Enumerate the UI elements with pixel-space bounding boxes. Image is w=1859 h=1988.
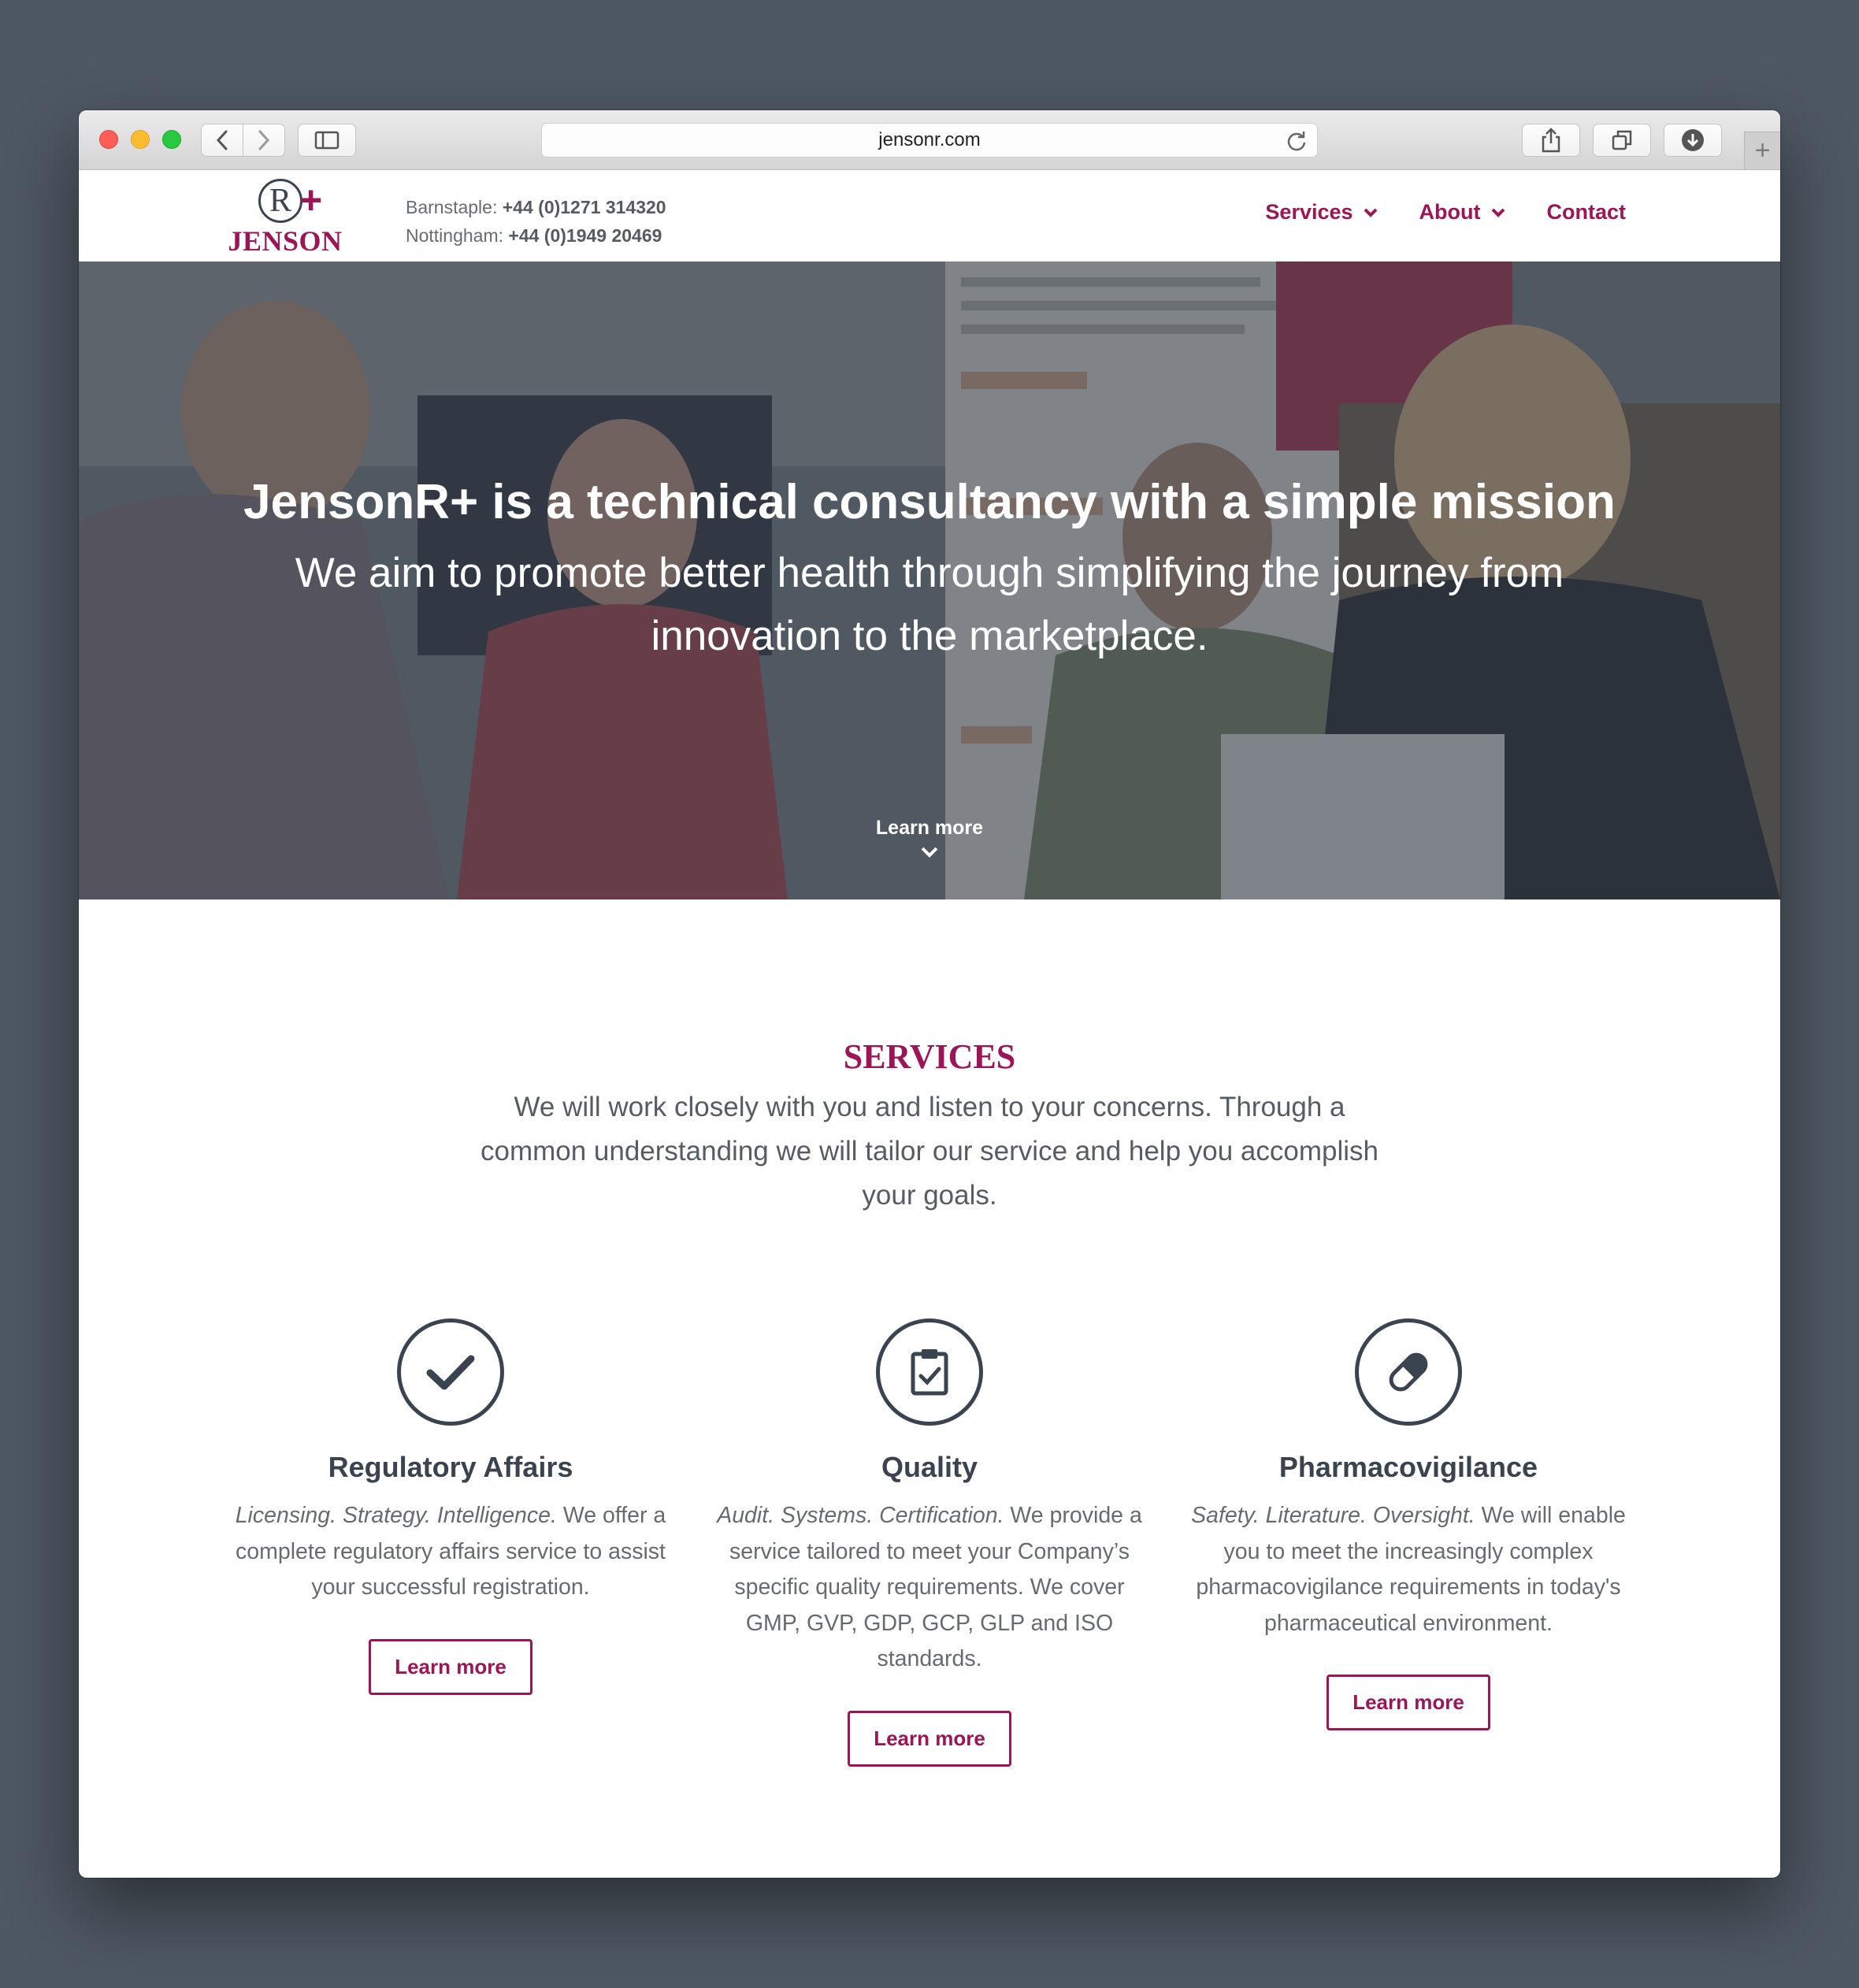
nav-contact-label: Contact	[1546, 200, 1627, 224]
site-header: R + JENSON Barnstaple: +44 (0)1271 31432…	[79, 171, 1780, 261]
show-tabs-button[interactable]	[1593, 124, 1651, 157]
tabs-icon	[1612, 130, 1632, 150]
service-body: We provide a service tailored to meet yo…	[729, 1503, 1142, 1671]
sidebar-toggle-button[interactable]	[298, 124, 356, 157]
chevron-down-icon[interactable]	[920, 846, 939, 859]
share-icon	[1542, 128, 1560, 153]
plus-icon: +	[1754, 135, 1771, 165]
forward-button[interactable]	[243, 124, 285, 157]
service-description: Licensing. Strategy. Intelligence. We of…	[230, 1498, 671, 1606]
contact-barnstaple: Barnstaple: +44 (0)1271 314320	[406, 193, 666, 221]
services-heading: SERVICES	[843, 1037, 1016, 1076]
nav-services-label: Services	[1265, 200, 1353, 224]
logo-wordmark: JENSON	[228, 225, 343, 257]
contact-numbers: Barnstaple: +44 (0)1271 314320 Nottingha…	[406, 193, 666, 250]
url-text: jensonr.com	[878, 129, 981, 150]
hero-title: JensonR+ is a technical consultancy with…	[243, 475, 1616, 529]
nav-about[interactable]: About	[1419, 200, 1506, 224]
close-window-button[interactable]	[99, 130, 118, 149]
capsule-icon	[1355, 1319, 1462, 1426]
service-title: Quality	[881, 1451, 978, 1483]
learn-more-button[interactable]: Learn more	[369, 1638, 532, 1695]
nav-contact[interactable]: Contact	[1547, 200, 1627, 224]
contact-label: Nottingham:	[406, 225, 504, 246]
service-title: Pharmacovigilance	[1278, 1451, 1538, 1483]
service-card-regulatory-affairs: Regulatory Affairs Licensing. Strategy. …	[230, 1319, 671, 1695]
contact-phone[interactable]: +44 (0)1271 314320	[503, 197, 666, 217]
learn-more-button[interactable]: Learn more	[848, 1710, 1011, 1767]
hero-section: JensonR+ is a technical consultancy with…	[79, 261, 1780, 899]
hero-learn-more-link[interactable]: Learn more	[851, 817, 1008, 840]
learn-more-button[interactable]: Learn more	[1327, 1675, 1490, 1730]
back-button[interactable]	[201, 124, 243, 157]
download-icon	[1682, 129, 1704, 151]
jenson-logo[interactable]: R + JENSON	[227, 178, 343, 257]
service-lead: Safety. Literature. Oversight.	[1191, 1503, 1475, 1528]
service-lead: Audit. Systems. Certification.	[717, 1503, 1004, 1528]
service-lead: Licensing. Strategy. Intelligence.	[235, 1503, 557, 1528]
contact-phone[interactable]: +44 (0)1949 20469	[508, 225, 662, 246]
chevron-down-icon	[1364, 208, 1377, 217]
new-tab-button[interactable]: +	[1744, 132, 1780, 169]
sidebar-icon	[314, 131, 340, 150]
nav-services[interactable]: Services	[1265, 200, 1378, 224]
reload-icon[interactable]	[1286, 130, 1308, 152]
service-card-pharmacovigilance: Pharmacovigilance Safety. Literature. Ov…	[1188, 1319, 1629, 1730]
chevron-left-icon	[216, 130, 228, 150]
contact-nottingham: Nottingham: +44 (0)1949 20469	[406, 221, 666, 250]
zoom-window-button[interactable]	[162, 130, 181, 149]
registered-r-mark: R	[258, 179, 302, 223]
service-description: Safety. Literature. Oversight. We will e…	[1188, 1498, 1629, 1641]
share-button[interactable]	[1522, 124, 1580, 157]
service-description: Audit. Systems. Certification. We provid…	[709, 1498, 1150, 1678]
browser-window: jensonr.com + R + JENSON Barnstaple: +44…	[79, 110, 1780, 1878]
downloads-button[interactable]	[1664, 124, 1722, 157]
browser-toolbar: jensonr.com +	[79, 110, 1780, 170]
hero-subtitle: We aim to promote better health through …	[295, 550, 1564, 659]
contact-label: Barnstaple:	[406, 197, 498, 217]
nav-about-label: About	[1419, 200, 1481, 224]
services-intro: We will work closely with you and listen…	[480, 1092, 1378, 1211]
checkmark-icon	[397, 1319, 504, 1426]
address-bar[interactable]: jensonr.com	[541, 123, 1318, 158]
minimize-window-button[interactable]	[131, 130, 150, 149]
service-card-quality: Quality Audit. Systems. Certification. W…	[709, 1319, 1150, 1767]
plus-mark: +	[299, 178, 323, 222]
service-title: Regulatory Affairs	[328, 1451, 573, 1483]
chevron-down-icon	[1491, 208, 1505, 217]
main-nav: Services About Contact	[1224, 200, 1626, 224]
clipboard-check-icon	[876, 1319, 983, 1426]
chevron-right-icon	[258, 130, 270, 150]
